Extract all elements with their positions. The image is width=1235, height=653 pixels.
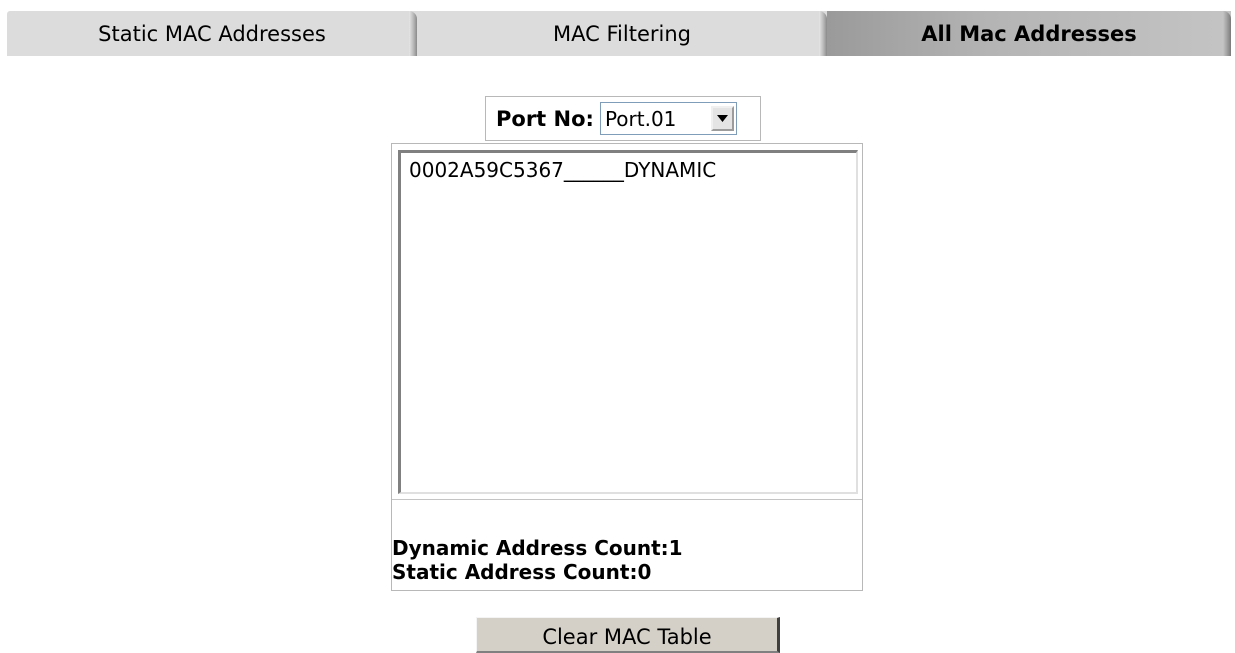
port-selector-box: Port No: Port.01 [485,96,761,141]
dynamic-address-count: Dynamic Address Count:1 [392,536,683,560]
clear-mac-table-button[interactable]: Clear MAC Table [476,617,780,653]
tab-mac-filtering[interactable]: MAC Filtering [417,11,827,56]
tab-all-mac-addresses[interactable]: All Mac Addresses [827,11,1231,56]
static-address-count: Static Address Count:0 [392,560,652,584]
address-counts: Dynamic Address Count:1 Static Address C… [392,536,683,584]
port-select[interactable]: Port.01 [599,102,737,135]
tab-edge [819,11,827,56]
port-no-label: Port No: [496,106,594,131]
port-select-value: Port.01 [604,106,677,131]
list-item[interactable]: 0002A59C5367______DYNAMIC [409,157,848,183]
chevron-down-icon[interactable] [710,106,734,131]
mac-address-list[interactable]: 0002A59C5367______DYNAMIC [398,150,858,494]
chevron-down-icon-glyph [716,115,728,122]
tab-label: Static MAC Addresses [98,21,326,46]
tab-static-mac-addresses[interactable]: Static MAC Addresses [7,11,417,56]
tab-label: All Mac Addresses [921,21,1137,46]
mac-address-panel: 0002A59C5367______DYNAMIC Dynamic Addres… [391,143,863,591]
tab-edge [1223,11,1231,56]
tab-edge [409,11,417,56]
divider [392,499,862,500]
tab-label: MAC Filtering [553,21,691,46]
